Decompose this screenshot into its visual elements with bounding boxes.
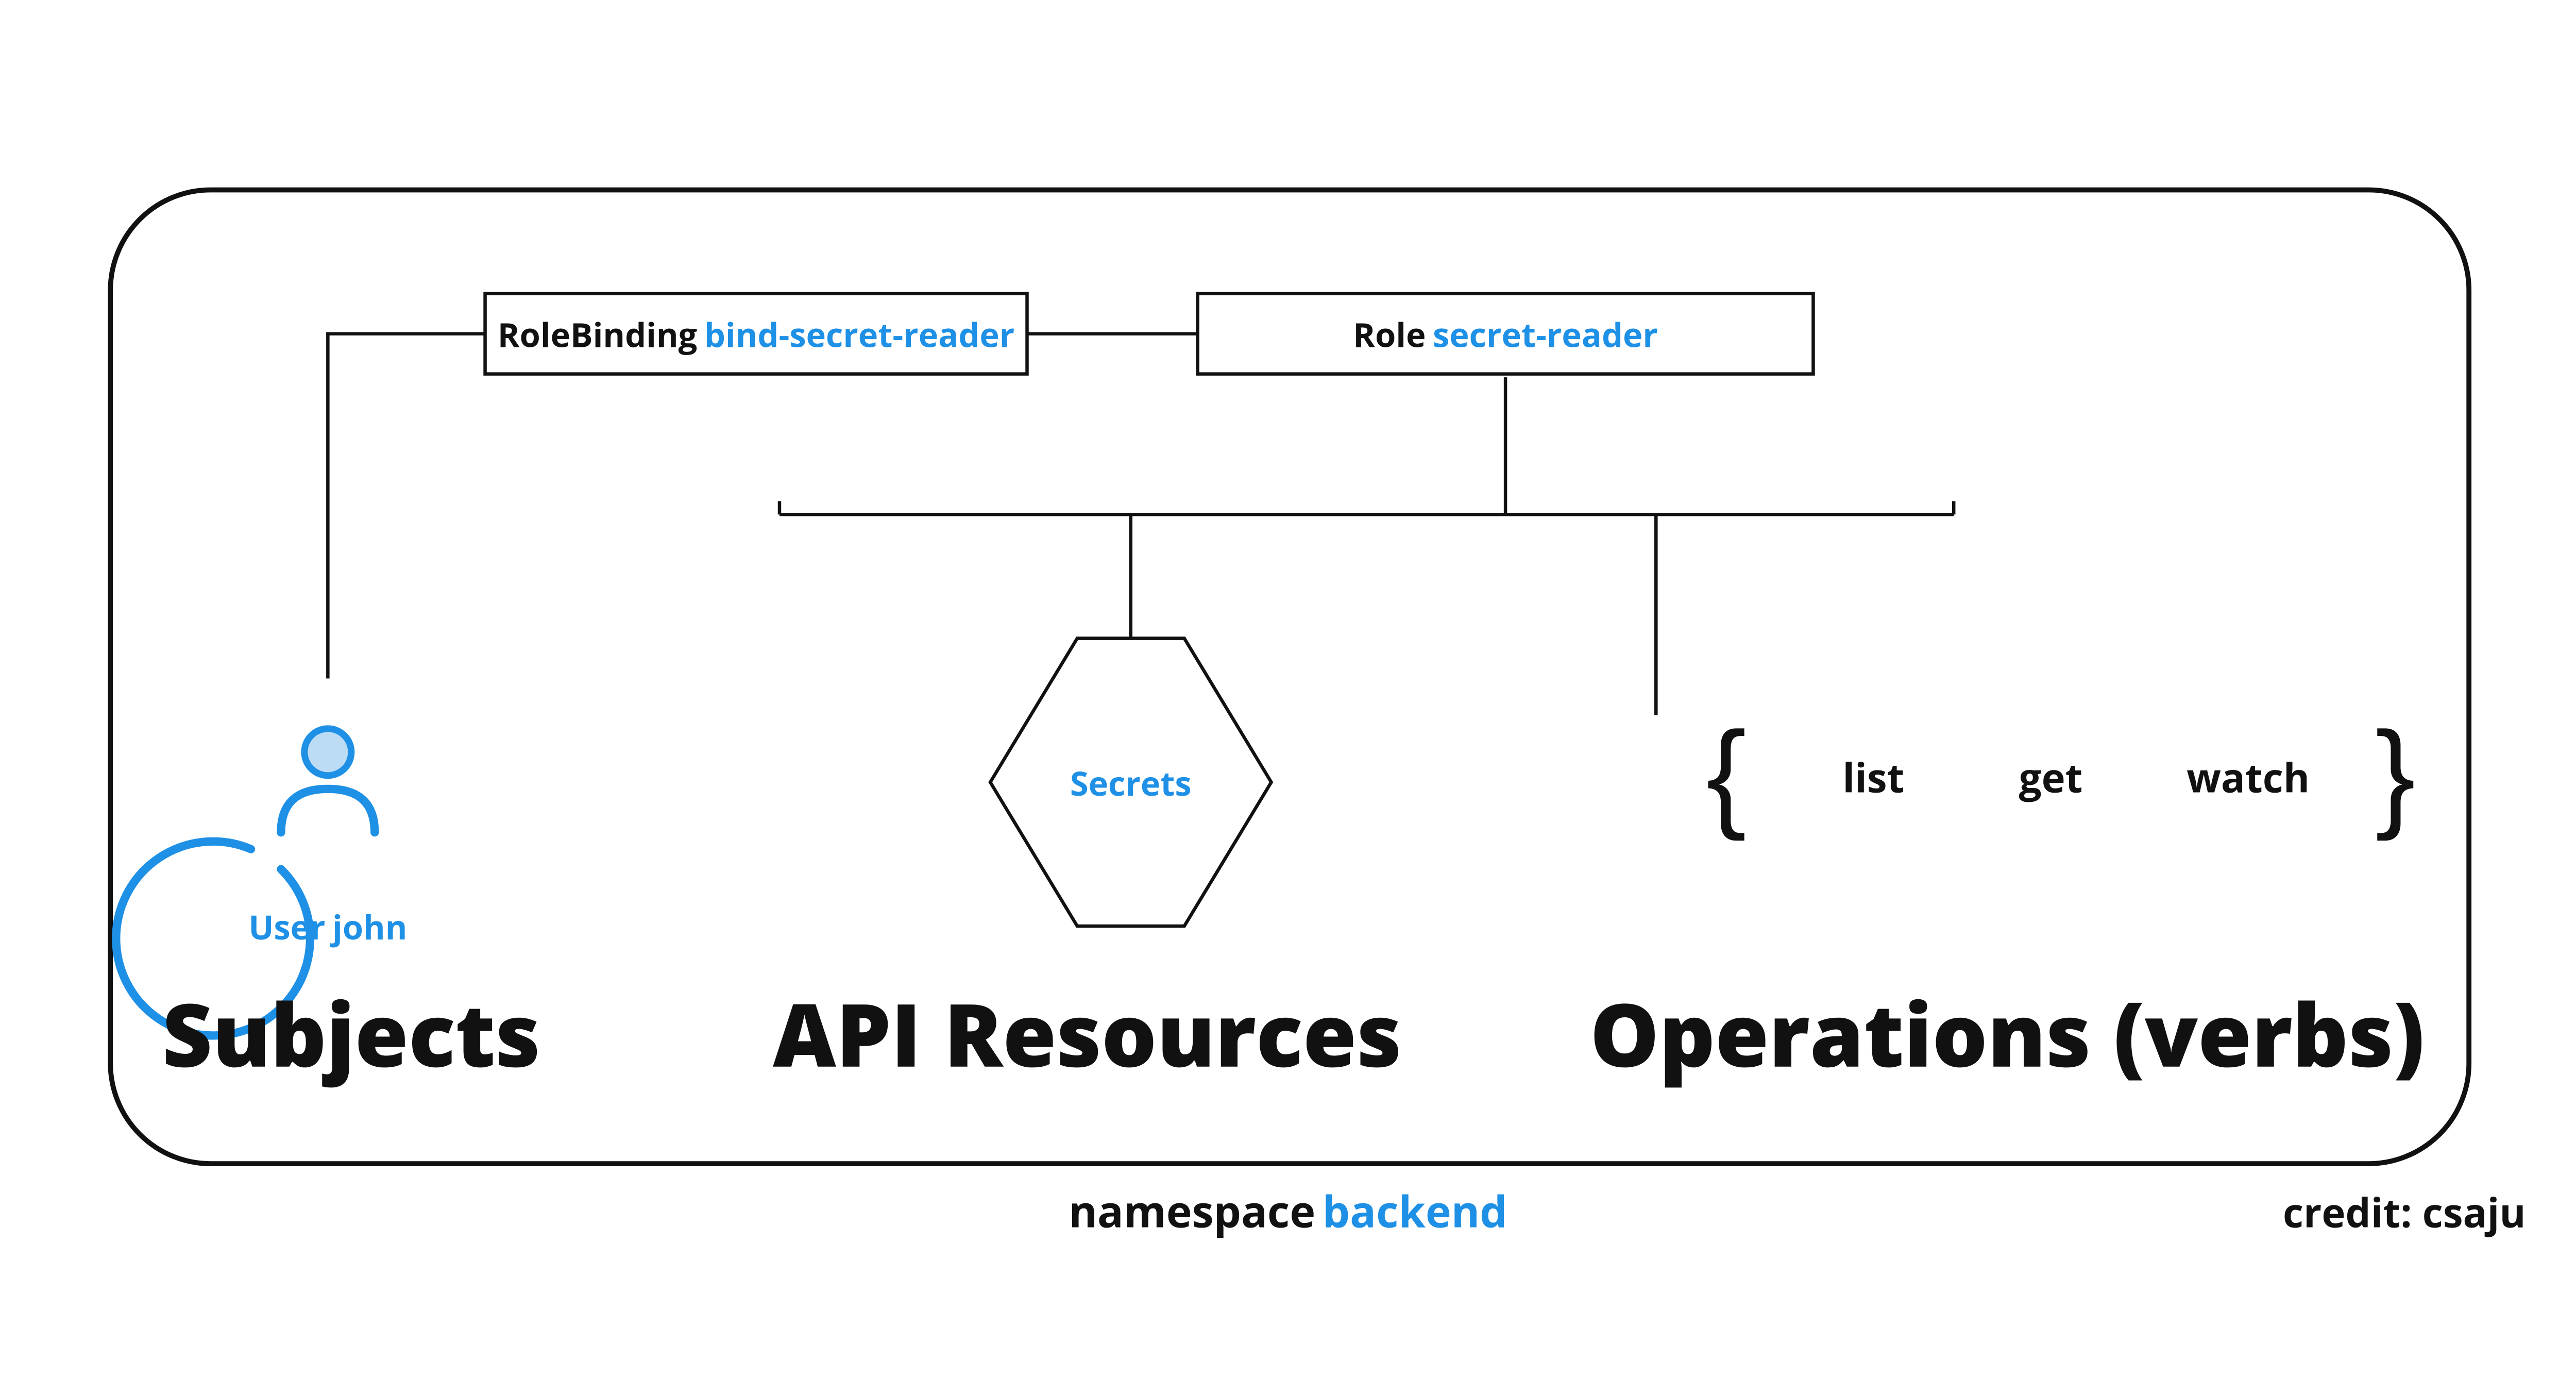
brace-close-icon: } bbox=[2375, 707, 2415, 842]
namespace-name: backend bbox=[1323, 1181, 1507, 1240]
rolebinding-name-label: bind-secret-reader bbox=[704, 312, 1014, 358]
verb-1: get bbox=[2019, 749, 2083, 804]
rolebinding-kind-label: RoleBinding bbox=[498, 312, 698, 358]
rolebinding-box: RoleBinding bind-secret-reader bbox=[485, 294, 1027, 374]
verb-2: watch bbox=[2187, 749, 2310, 804]
brace-open-icon: { bbox=[1706, 707, 1747, 842]
role-name-label: secret-reader bbox=[1433, 312, 1658, 358]
verbs-set: { list get watch } bbox=[1706, 707, 2416, 842]
role-kind-label: Role bbox=[1353, 312, 1426, 358]
resource-hexagon: Secrets bbox=[990, 639, 1271, 926]
svg-text:RoleBinding bind: RoleBinding bind-secret-reader bbox=[498, 312, 1015, 358]
namespace-label: namespace bbox=[1069, 1181, 1315, 1240]
namespace-caption: namespace backend bbox=[1069, 1181, 1507, 1240]
verb-0: list bbox=[1842, 749, 1904, 804]
credit-label: credit: csaju bbox=[2283, 1184, 2526, 1239]
svg-text:User john: User john bbox=[248, 904, 407, 950]
role-box: Role secret-reader bbox=[1198, 294, 1814, 374]
section-subjects: Subjects bbox=[162, 975, 540, 1093]
connector-rolebinding-to-user bbox=[328, 334, 485, 679]
section-operations: Operations (verbs) bbox=[1590, 975, 2425, 1093]
svg-text:Role secret-read: Role secret-reader bbox=[1353, 312, 1658, 358]
section-resources: API Resources bbox=[773, 975, 1401, 1093]
resource-label: Secrets bbox=[1070, 761, 1192, 806]
subject-kind-label: User bbox=[248, 904, 325, 950]
subject-name-label: john bbox=[330, 904, 407, 950]
